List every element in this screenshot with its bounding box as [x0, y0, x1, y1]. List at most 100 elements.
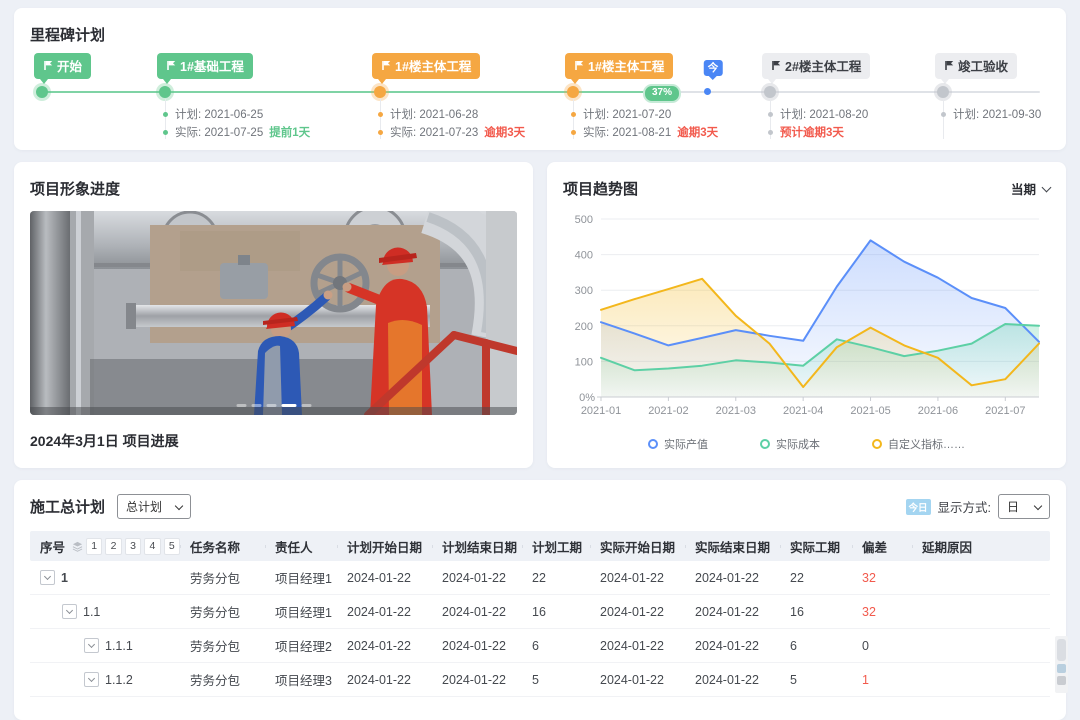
level-button-1[interactable]: 1	[86, 538, 102, 555]
svg-text:400: 400	[575, 250, 593, 262]
display-mode-label: 显示方式:	[938, 497, 991, 516]
cell-value: 6	[532, 639, 539, 653]
cell-value: 2024-01-22	[442, 673, 506, 687]
cell-value: 2024-01-22	[442, 605, 506, 619]
deviation-tag: 提前1天	[269, 124, 310, 140]
svg-text:2021-07: 2021-07	[985, 405, 1025, 417]
level-button-2[interactable]: 2	[105, 538, 121, 555]
scrollbar-button[interactable]	[1057, 664, 1066, 673]
cell-value: 劳务分包	[190, 636, 240, 655]
cell-value: 项目经理2	[275, 636, 332, 655]
cell-value: 2024-01-22	[347, 639, 411, 653]
legend-label: 实际成本	[776, 436, 820, 452]
plan-type-select[interactable]: 总计划	[117, 494, 191, 519]
scrollbar-button[interactable]	[1057, 676, 1066, 685]
carousel-dot[interactable]	[236, 404, 246, 407]
carousel-dots[interactable]	[236, 404, 311, 407]
construction-plan-card: 施工总计划 总计划 今日 显示方式: 日 序号12345任务名称责任人计划开始日…	[14, 480, 1066, 720]
carousel-dot[interactable]	[266, 404, 276, 407]
date-text: 实际: 2021-08-21	[583, 124, 671, 140]
column-label: 偏差	[862, 537, 887, 556]
legend-item[interactable]: 实际产值	[648, 436, 708, 452]
milestone-date-row: 计划: 2021-09-30	[941, 105, 1041, 123]
table-scrollbar[interactable]	[1055, 636, 1068, 693]
table-cell: 劳务分包	[180, 602, 265, 621]
table-header-cell: 计划结束日期	[432, 537, 522, 556]
carousel-dot[interactable]	[281, 404, 296, 407]
expand-toggle-icon[interactable]	[62, 604, 77, 619]
scrollbar-thumb[interactable]	[1057, 639, 1066, 661]
carousel-dot[interactable]	[301, 404, 311, 407]
level-button-4[interactable]: 4	[144, 538, 160, 555]
legend-item[interactable]: 实际成本	[760, 436, 820, 452]
date-dot-icon	[768, 130, 773, 135]
display-mode-select-value: 日	[1007, 498, 1019, 515]
table-cell: 2024-01-22	[590, 673, 685, 687]
cell-value: 2024-01-22	[442, 571, 506, 585]
trend-chart-title: 项目趋势图	[563, 178, 638, 199]
level-button-5[interactable]: 5	[164, 538, 180, 555]
milestone-dates: 计划: 2021-09-30	[941, 105, 1041, 123]
period-dropdown[interactable]: 当期	[1011, 179, 1050, 198]
cell-value: 2024-01-22	[347, 571, 411, 585]
table-header-cell: 任务名称	[180, 537, 265, 556]
svg-text:2021-05: 2021-05	[850, 405, 890, 417]
expand-toggle-icon[interactable]	[84, 672, 99, 687]
plan-type-select-value: 总计划	[126, 498, 162, 515]
milestone-dates: 计划: 2021-06-28实际: 2021-07-23逾期3天	[378, 105, 525, 141]
cell-value: 2024-01-22	[347, 673, 411, 687]
date-dot-icon	[941, 112, 946, 117]
cell-value: 16	[532, 605, 546, 619]
table-cell: 2024-01-22	[590, 571, 685, 585]
expand-toggle-icon[interactable]	[40, 570, 55, 585]
date-text: 预计逾期3天	[780, 124, 844, 140]
milestone-node	[36, 86, 48, 98]
table-cell: 项目经理3	[265, 670, 337, 689]
cell-value: 2024-01-22	[347, 605, 411, 619]
level-button-3[interactable]: 3	[125, 538, 141, 555]
milestone-node	[567, 86, 579, 98]
milestone-dates: 计划: 2021-08-20预计逾期3天	[768, 105, 868, 141]
table-header-cell: 偏差	[852, 537, 912, 556]
display-mode-select[interactable]: 日	[998, 494, 1050, 519]
cell-value: 项目经理1	[275, 568, 332, 587]
table-cell: 32	[852, 571, 912, 585]
column-label: 计划开始日期	[347, 537, 422, 556]
column-label: 计划结束日期	[442, 537, 517, 556]
carousel-dot[interactable]	[251, 404, 261, 407]
cell-value: 2024-01-22	[695, 605, 759, 619]
legend-marker-icon	[872, 439, 882, 449]
table-header-cell: 实际工期	[780, 537, 852, 556]
flag-icon	[166, 60, 176, 71]
table-header-cell: 序号 12345	[30, 537, 180, 556]
flag-icon	[381, 60, 391, 71]
table-cell: 1	[30, 570, 180, 585]
cell-value: 2024-01-22	[695, 639, 759, 653]
milestone-badge: 1#基础工程	[157, 53, 253, 79]
row-id: 1	[61, 571, 68, 585]
cell-value: 项目经理1	[275, 602, 332, 621]
column-label: 实际开始日期	[600, 537, 675, 556]
today-marker-dot	[704, 88, 711, 95]
photo-carousel[interactable]	[30, 211, 517, 415]
table-cell: 2024-01-22	[337, 571, 432, 585]
column-label: 序号	[40, 537, 65, 556]
svg-text:300: 300	[575, 285, 593, 297]
trend-chart: 1002003004005000%2021-012021-022021-0320…	[563, 205, 1050, 434]
table-cell: 6	[522, 639, 590, 653]
expand-toggle-icon[interactable]	[84, 638, 99, 653]
today-badge[interactable]: 今日	[906, 499, 931, 515]
cell-value: 32	[862, 605, 876, 619]
table-cell: 项目经理2	[265, 636, 337, 655]
table-cell: 1.1.1	[30, 638, 180, 653]
legend-item[interactable]: 自定义指标……	[872, 436, 965, 452]
column-label: 责任人	[275, 537, 313, 556]
column-label: 计划工期	[532, 537, 582, 556]
cell-value: 2024-01-22	[600, 673, 664, 687]
table-cell: 2024-01-22	[337, 673, 432, 687]
table-cell: 2024-01-22	[432, 639, 522, 653]
table-row: 1.1.2劳务分包项目经理32024-01-222024-01-2252024-…	[30, 663, 1050, 697]
svg-text:2021-01: 2021-01	[581, 405, 621, 417]
milestone-title: 里程碑计划	[30, 24, 1050, 45]
chart-legend: 实际产值 实际成本 自定义指标……	[563, 436, 1050, 452]
